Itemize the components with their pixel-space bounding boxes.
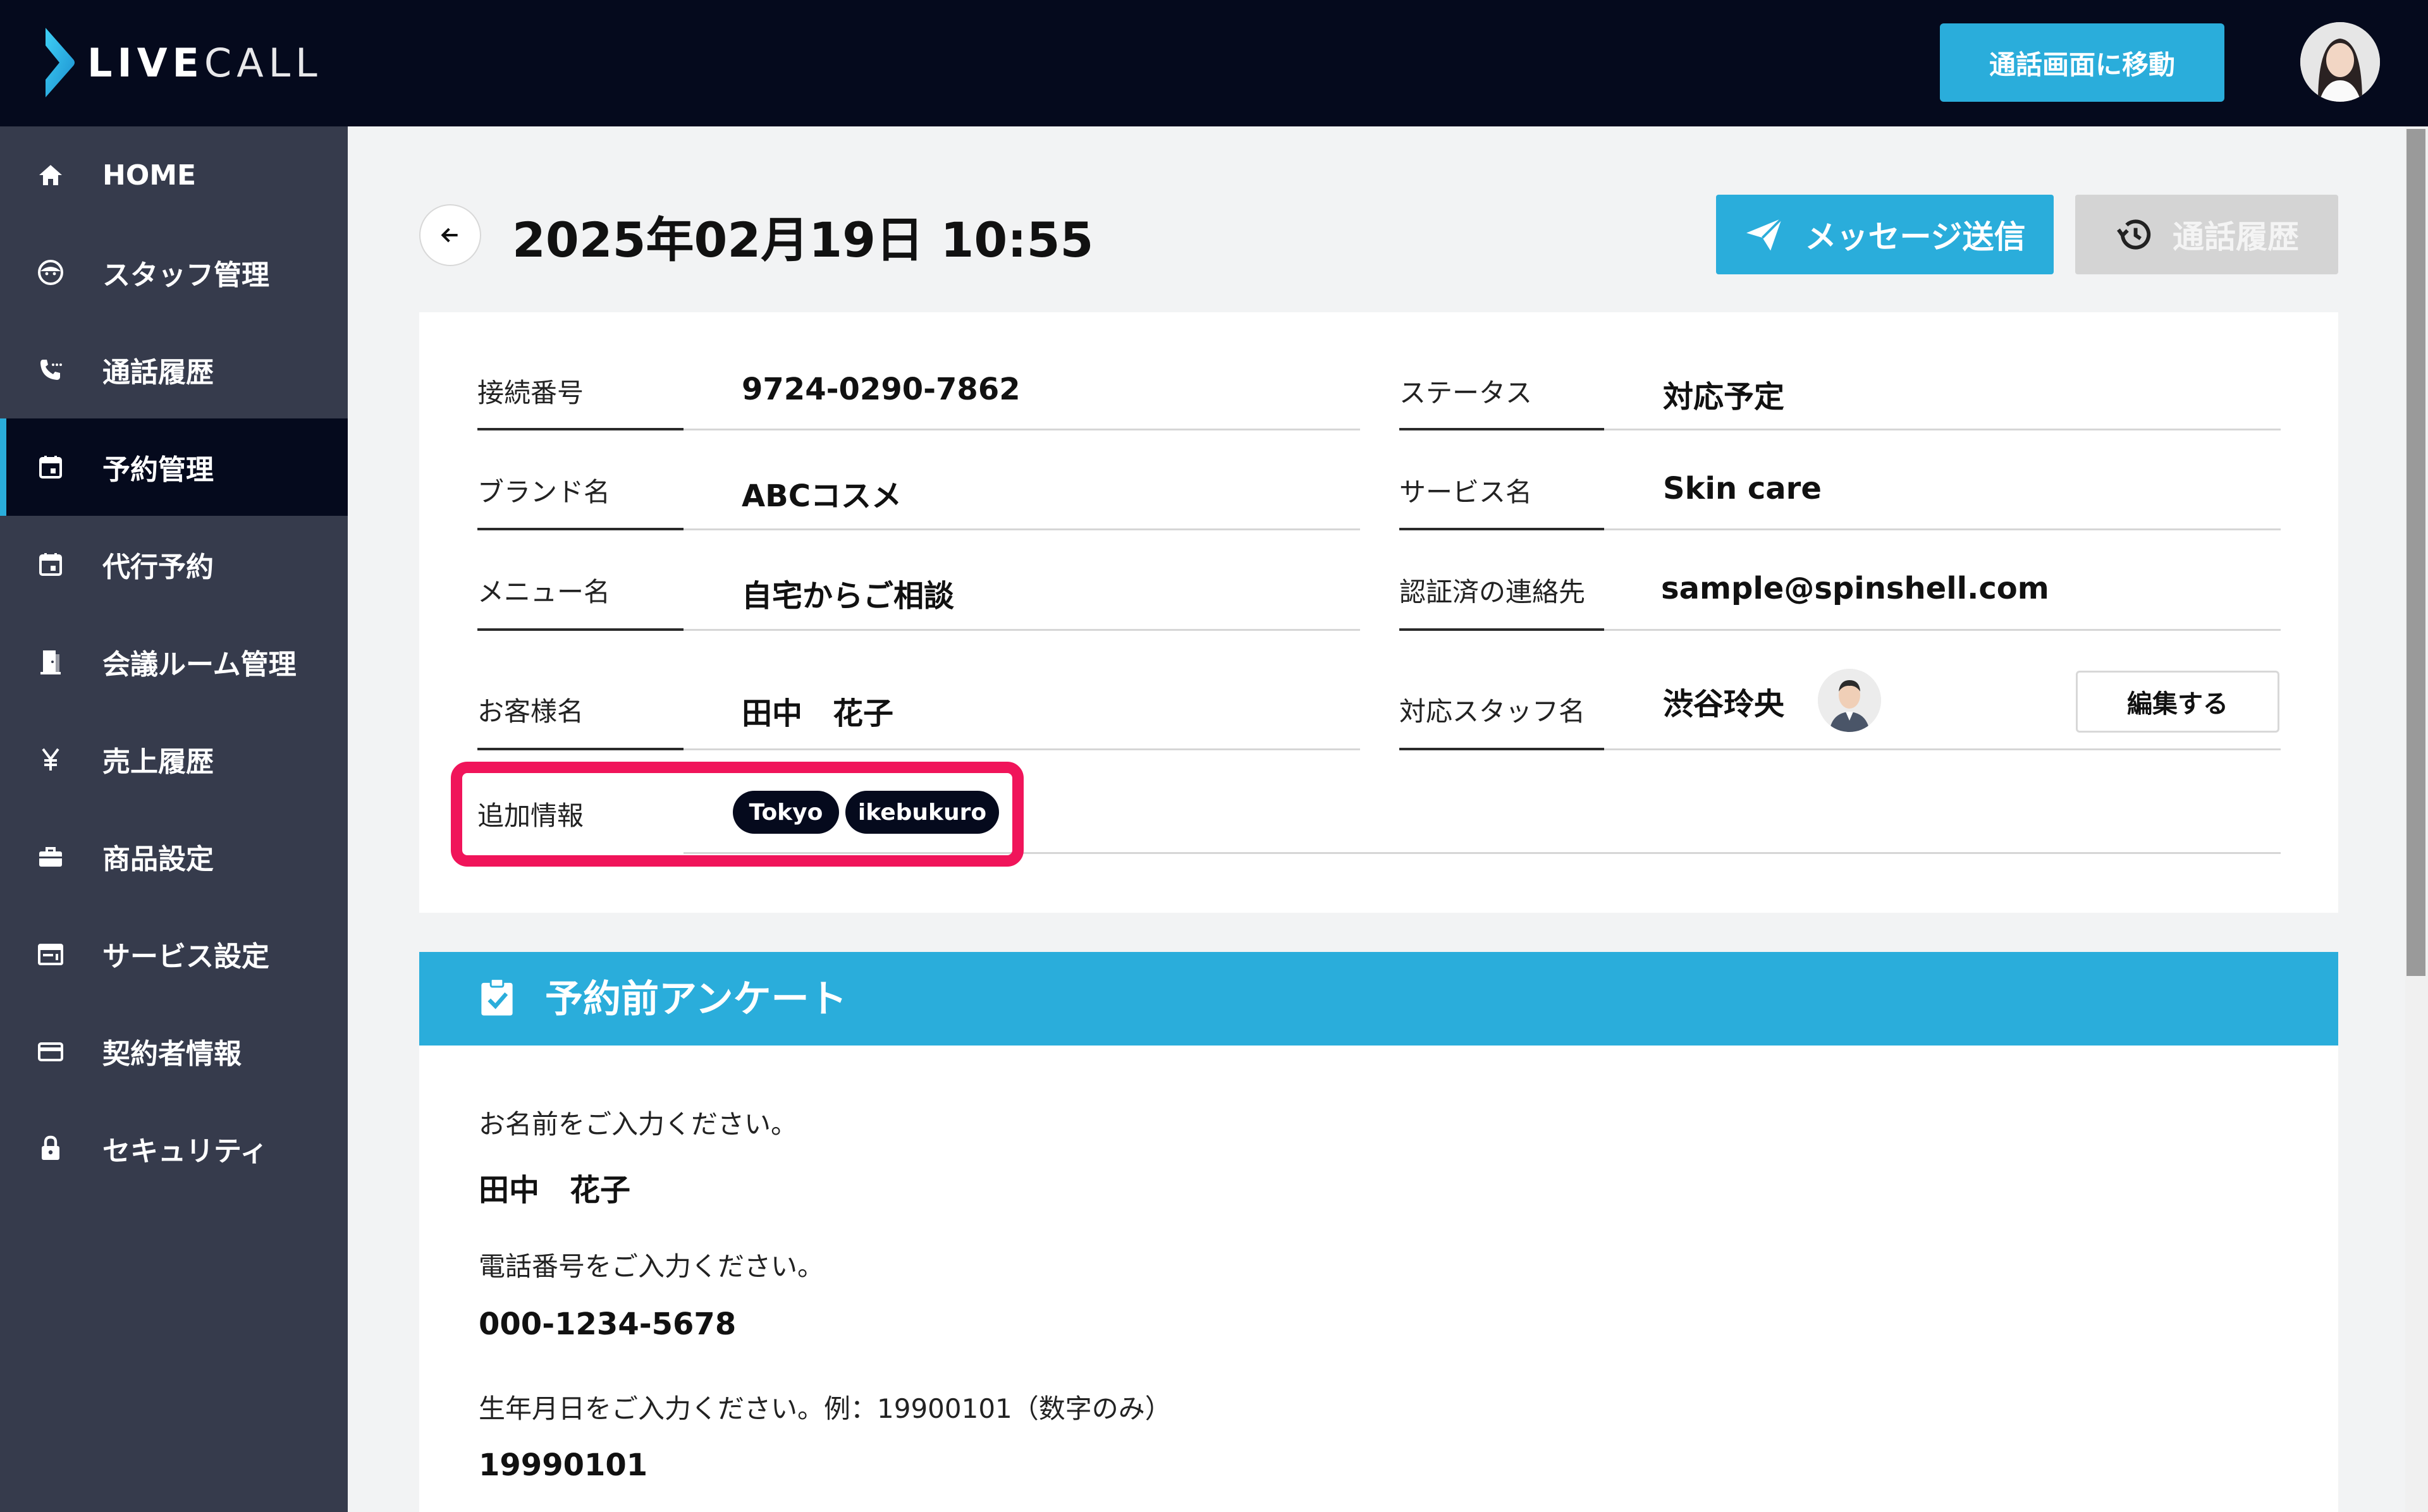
divider bbox=[684, 629, 1360, 631]
logo-text-call: CALL bbox=[204, 39, 322, 86]
sidebar-item-product-settings[interactable]: 商品設定 bbox=[0, 808, 348, 905]
customer-name-value: 田中 花子 bbox=[742, 696, 894, 731]
sidebar-item-label: スタッフ管理 bbox=[102, 259, 269, 291]
staff-avatar bbox=[1818, 669, 1881, 732]
divider bbox=[1399, 748, 1604, 750]
divider bbox=[684, 748, 1360, 750]
goto-call-screen-button[interactable]: 通話画面に移動 bbox=[1940, 23, 2224, 102]
sidebar-item-proxy-booking[interactable]: 代行予約 bbox=[0, 516, 348, 613]
sidebar-item-meeting-rooms[interactable]: 会議ルーム管理 bbox=[0, 613, 348, 710]
survey-answer: 000-1234-5678 bbox=[479, 1307, 737, 1342]
page-title: 2025年02月19日 10:55 bbox=[512, 212, 1094, 268]
divider bbox=[1399, 428, 1604, 430]
sidebar-item-label: セキュリティ bbox=[102, 1135, 268, 1168]
divider bbox=[477, 628, 684, 631]
menu-value: 自宅からご相談 bbox=[742, 578, 955, 614]
survey-question: お名前をご入力ください。 bbox=[479, 1109, 798, 1140]
phone-call-icon bbox=[33, 352, 68, 387]
sidebar-item-label: 会議ルーム管理 bbox=[102, 649, 297, 681]
send-message-button[interactable]: メッセージ送信 bbox=[1716, 195, 2054, 274]
divider bbox=[1399, 528, 1604, 530]
sidebar-item-home[interactable]: HOME bbox=[0, 126, 348, 224]
verified-contact-value: sample@spinshell.com bbox=[1661, 571, 2049, 606]
send-message-label: メッセージ送信 bbox=[1805, 219, 2026, 255]
sidebar-item-label: 予約管理 bbox=[102, 454, 214, 486]
connection-number-label: 接続番号 bbox=[477, 377, 584, 408]
calendar-icon bbox=[33, 547, 68, 582]
sidebar-item-contract-info[interactable]: 契約者情報 bbox=[0, 1003, 348, 1100]
survey-answer: 田中 花子 bbox=[479, 1173, 631, 1208]
survey-title: 予約前アンケート bbox=[545, 977, 847, 1021]
brand-label: ブランド名 bbox=[477, 477, 611, 508]
history-clock-icon bbox=[2117, 219, 2151, 250]
divider bbox=[1399, 628, 1604, 631]
divider bbox=[1604, 629, 2281, 631]
staff-face-icon bbox=[33, 255, 68, 290]
call-history-button[interactable]: 通話履歴 bbox=[2075, 195, 2338, 274]
service-card-icon bbox=[33, 936, 68, 972]
logo-chevron-icon bbox=[46, 28, 75, 97]
livecall-logo[interactable]: LIVECALL bbox=[40, 28, 322, 97]
divider bbox=[477, 528, 684, 530]
user-avatar-image bbox=[2300, 22, 2380, 102]
sidebar-item-sales-history[interactable]: 売上履歴 bbox=[0, 710, 348, 808]
status-label: ステータス bbox=[1399, 377, 1533, 408]
highlight-annotation-box bbox=[451, 762, 1024, 867]
staff-avatar-image bbox=[1818, 669, 1881, 732]
sidebar-item-security[interactable]: セキュリティ bbox=[0, 1100, 348, 1197]
logo-text-live: LIVE bbox=[87, 39, 204, 86]
sidebar-item-label: 通話履歴 bbox=[102, 357, 214, 389]
menu-label: メニュー名 bbox=[477, 576, 611, 607]
divider bbox=[477, 428, 684, 430]
service-label: サービス名 bbox=[1399, 477, 1533, 508]
home-icon bbox=[33, 157, 68, 193]
sidebar-item-label: 契約者情報 bbox=[102, 1038, 242, 1070]
divider bbox=[477, 748, 684, 750]
sidebar-item-label: サービス設定 bbox=[102, 941, 269, 973]
sidebar-item-service-settings[interactable]: サービス設定 bbox=[0, 905, 348, 1003]
lock-icon bbox=[33, 1131, 68, 1166]
divider bbox=[1604, 429, 2281, 430]
verified-contact-label: 認証済の連絡先 bbox=[1399, 576, 1586, 607]
briefcase-icon bbox=[33, 839, 68, 874]
sidebar-item-label: 代行予約 bbox=[102, 551, 214, 583]
clipboard-check-icon bbox=[481, 978, 513, 1016]
survey-answer: 19990101 bbox=[479, 1448, 648, 1483]
user-avatar[interactable] bbox=[2300, 22, 2380, 102]
survey-question: 生年月日をご入力ください。例：19900101（数字のみ） bbox=[479, 1393, 1172, 1424]
back-button[interactable] bbox=[419, 204, 481, 266]
divider bbox=[684, 429, 1360, 430]
customer-name-label: お客様名 bbox=[477, 696, 584, 727]
divider bbox=[1604, 528, 2281, 530]
door-icon bbox=[33, 644, 68, 680]
yen-icon bbox=[33, 741, 68, 777]
service-value: Skin care bbox=[1663, 471, 1822, 506]
survey-question: 電話番号をご入力ください。 bbox=[479, 1251, 825, 1282]
sidebar-item-label: 商品設定 bbox=[102, 843, 214, 875]
call-history-label: 通話履歴 bbox=[2173, 219, 2299, 255]
sidebar-item-label: HOME bbox=[102, 159, 197, 192]
staff-name-label: 対応スタッフ名 bbox=[1399, 696, 1586, 727]
send-paper-plane-icon bbox=[1746, 217, 1782, 251]
divider bbox=[684, 528, 1360, 530]
sidebar-item-call-history[interactable]: 通話履歴 bbox=[0, 321, 348, 418]
arrow-left-icon bbox=[441, 228, 458, 243]
top-bar: LIVECALL 通話画面に移動 bbox=[0, 0, 2428, 126]
sidebar-item-reservations[interactable]: 予約管理 bbox=[0, 418, 348, 516]
sidebar-item-label: 売上履歴 bbox=[102, 746, 214, 778]
staff-name-value: 渋谷玲央 bbox=[1663, 686, 1785, 722]
calendar-icon bbox=[33, 449, 68, 485]
connection-number-value: 9724-0290-7862 bbox=[742, 372, 1021, 407]
status-value: 対応予定 bbox=[1663, 379, 1785, 415]
sidebar-item-staff[interactable]: スタッフ管理 bbox=[0, 224, 348, 321]
sidebar: HOME スタッフ管理 通話履歴 予約管理 代行予約 会議ルーム管理 売上履歴 … bbox=[0, 126, 348, 1512]
brand-value: ABCコスメ bbox=[742, 479, 902, 514]
divider bbox=[1604, 748, 2281, 750]
scrollbar-thumb[interactable] bbox=[2407, 129, 2425, 976]
edit-staff-button[interactable]: 編集する bbox=[2076, 671, 2279, 733]
credit-card-icon bbox=[33, 1033, 68, 1069]
